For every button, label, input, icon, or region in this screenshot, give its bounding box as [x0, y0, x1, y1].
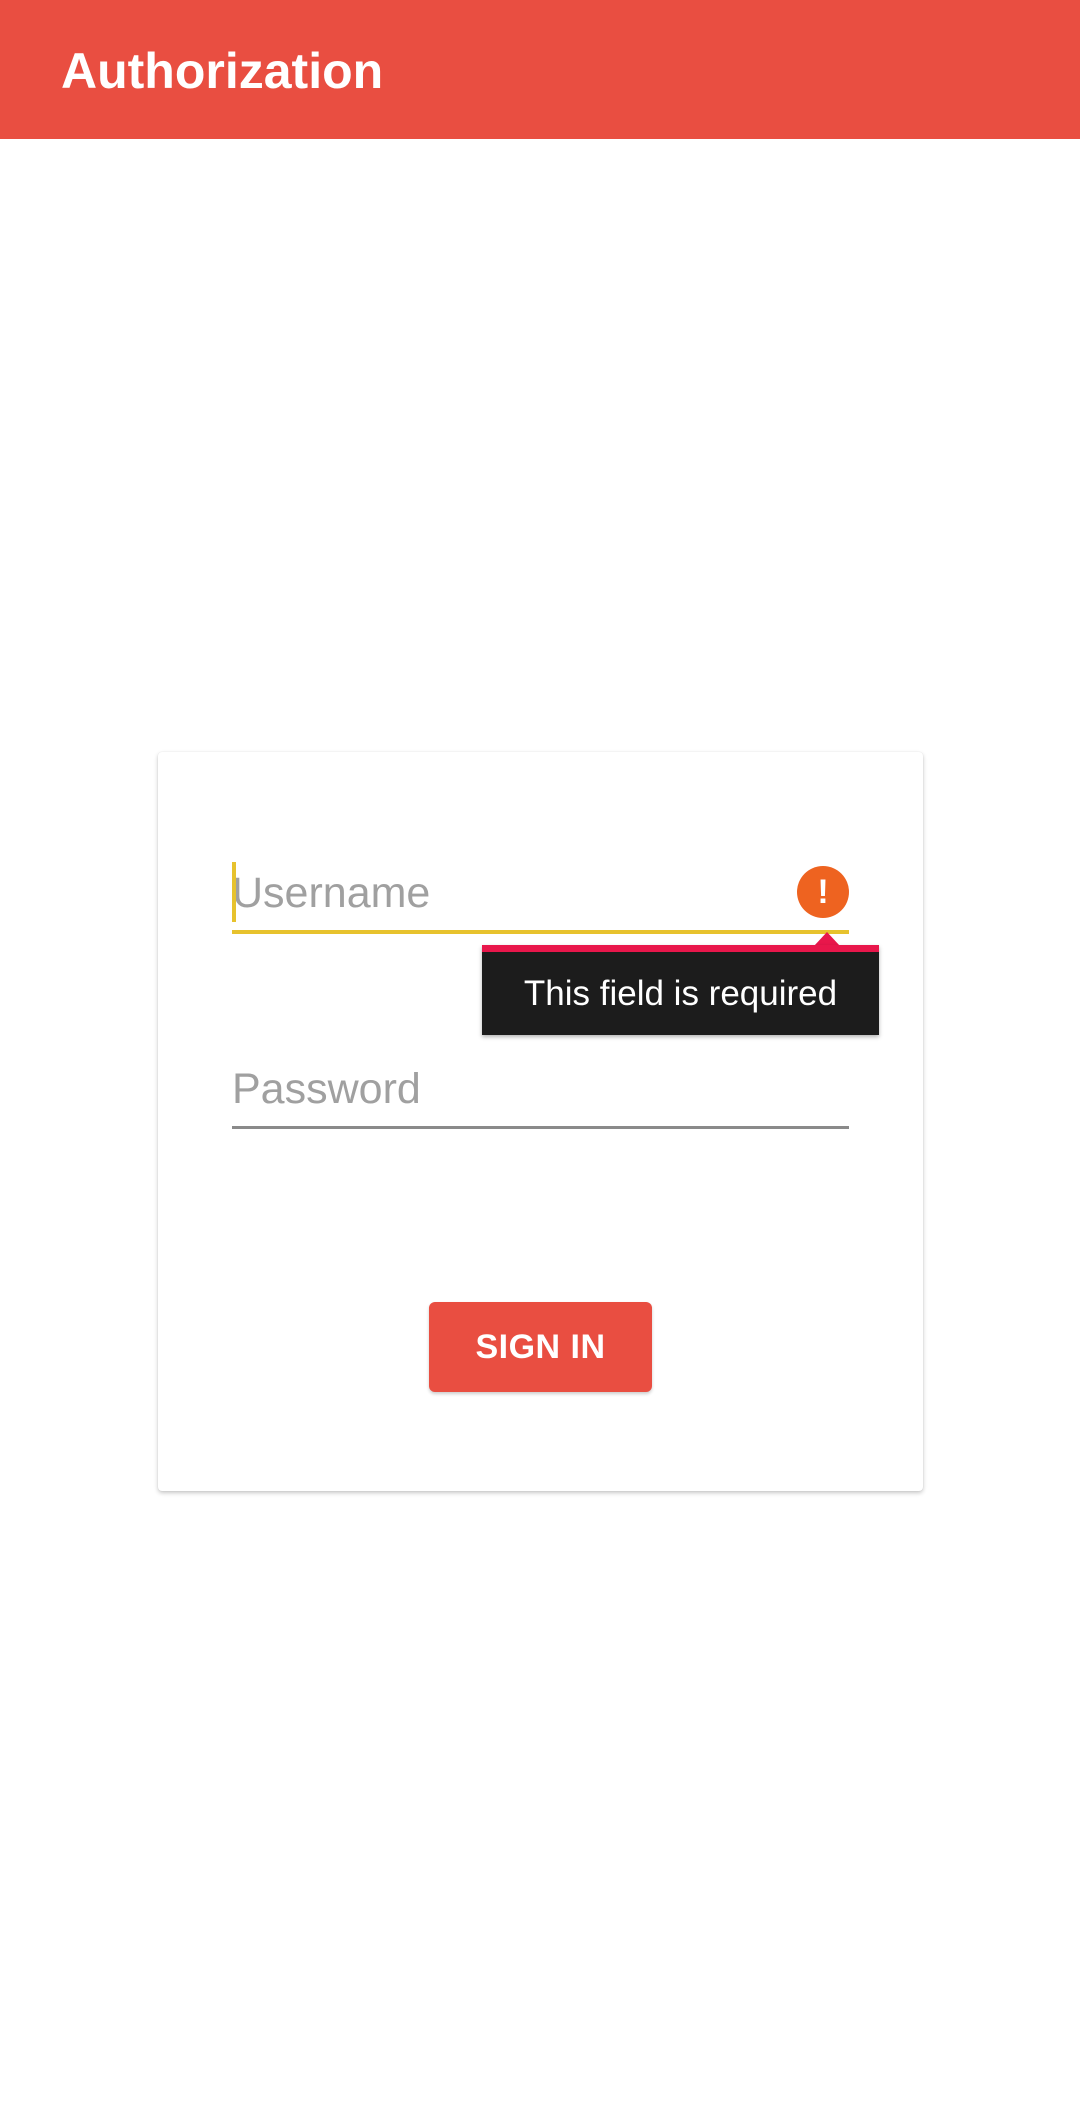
app-title: Authorization — [61, 43, 384, 99]
username-underline — [232, 930, 849, 934]
sign-in-button[interactable]: SIGN IN — [429, 1302, 652, 1392]
username-field[interactable]: ! — [232, 858, 849, 938]
password-input[interactable] — [232, 1054, 849, 1124]
error-tooltip: This field is required — [482, 945, 879, 1035]
app-bar: Authorization — [0, 0, 1080, 139]
text-cursor — [232, 862, 236, 922]
username-input[interactable] — [232, 858, 849, 928]
tooltip-arrow — [814, 932, 840, 946]
password-field[interactable] — [232, 1054, 849, 1134]
error-message: This field is required — [523, 974, 838, 1013]
error-icon[interactable]: ! — [797, 866, 849, 918]
password-underline — [232, 1126, 849, 1129]
login-card: ! SIGN IN — [158, 752, 923, 1491]
